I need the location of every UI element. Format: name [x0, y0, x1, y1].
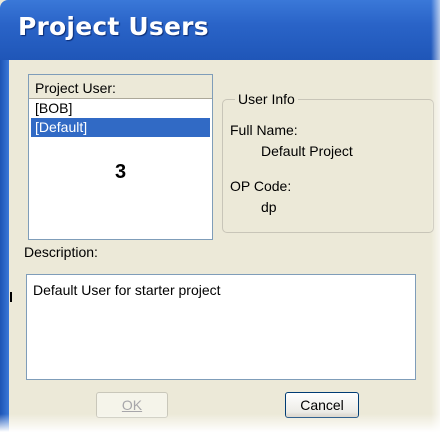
project-user-list[interactable]: Project User: [BOB] [Default] 3 — [28, 74, 213, 240]
user-info-legend: User Info — [235, 91, 298, 107]
cancel-button-label: Cancel — [300, 397, 344, 413]
full-name-label: Full Name: — [230, 122, 298, 138]
window-title: Project Users — [18, 12, 209, 41]
annotation-number: 3 — [114, 161, 127, 183]
project-users-dialog: Project Users Project User: [BOB] [Defau… — [0, 0, 440, 432]
op-code-value: dp — [261, 199, 277, 215]
title-bar[interactable]: Project Users — [0, 0, 440, 60]
list-header[interactable]: Project User: — [29, 75, 212, 99]
edge-marker — [10, 292, 12, 302]
description-label: Description: — [24, 244, 98, 260]
window-border — [0, 60, 9, 432]
ok-button[interactable]: OK — [96, 392, 168, 418]
description-field[interactable]: Default User for starter project — [26, 274, 416, 380]
ok-button-label: OK — [121, 397, 143, 413]
cancel-button[interactable]: Cancel — [285, 392, 359, 418]
list-item-default[interactable]: [Default] — [31, 118, 210, 137]
user-info-group: User Info Full Name: Default Project OP … — [222, 91, 434, 233]
full-name-value: Default Project — [261, 143, 353, 159]
op-code-label: OP Code: — [230, 178, 292, 194]
list-item-bob[interactable]: [BOB] — [31, 99, 210, 118]
